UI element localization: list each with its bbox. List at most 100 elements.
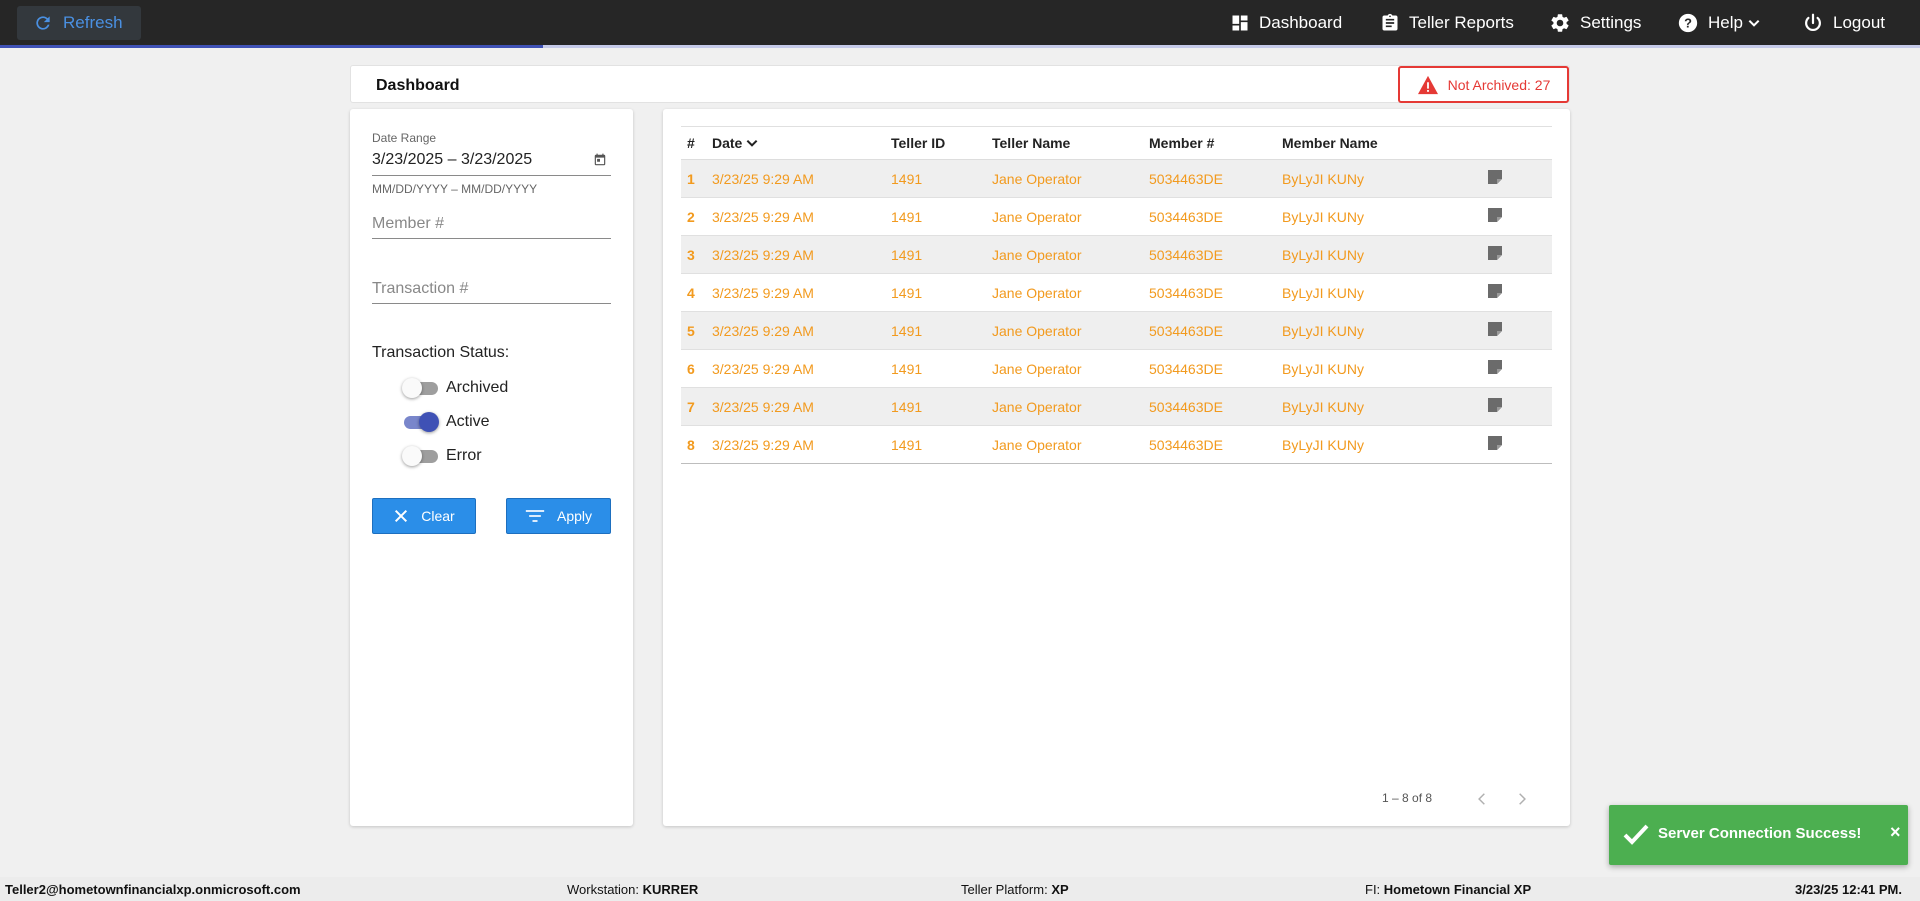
row-actions bbox=[1487, 160, 1552, 198]
error-label: Error bbox=[446, 447, 482, 464]
transactions-table: # Date Teller ID Teller Name Member # Me… bbox=[681, 126, 1552, 464]
toggle-archived[interactable]: Archived bbox=[402, 378, 508, 398]
paginator-range: 1 – 8 of 8 bbox=[1382, 791, 1433, 805]
not-archived-badge[interactable]: Not Archived: 27 bbox=[1398, 66, 1569, 103]
nav-logout[interactable]: Logout bbox=[1802, 0, 1885, 45]
table-header-row: # Date Teller ID Teller Name Member # Me… bbox=[681, 126, 1552, 160]
table-row[interactable]: 4 3/23/25 9:29 AM 1491 Jane Operator 5034463… bbox=[681, 274, 1552, 312]
nav-logout-label: Logout bbox=[1833, 12, 1885, 32]
row-number: 1 bbox=[687, 170, 695, 187]
row-actions bbox=[1487, 426, 1552, 464]
footer-platform: Teller Platform: XP bbox=[961, 882, 1069, 897]
col-header-member-num[interactable]: Member # bbox=[1149, 127, 1282, 160]
clear-button[interactable]: Clear bbox=[372, 498, 476, 534]
footer-workstation-value: KURRER bbox=[642, 882, 699, 897]
footer-platform-value: XP bbox=[1051, 882, 1069, 897]
row-teller-name: Jane Operator bbox=[992, 360, 1082, 377]
transaction-status-title: Transaction Status: bbox=[372, 344, 510, 361]
nav-teller-reports-label: Teller Reports bbox=[1409, 12, 1514, 32]
row-member-number: 5034463DE bbox=[1149, 170, 1223, 187]
row-teller-id: 1491 bbox=[891, 170, 923, 187]
close-icon bbox=[395, 509, 408, 523]
apply-button[interactable]: Apply bbox=[506, 498, 611, 534]
dashboard-header-card: Dashboard bbox=[350, 65, 1570, 103]
row-actions bbox=[1487, 312, 1552, 350]
table-row[interactable]: 6 3/23/25 9:29 AM 1491 Jane Operator 5034463… bbox=[681, 350, 1552, 388]
sticky-note-icon[interactable] bbox=[1487, 245, 1503, 264]
error-switch[interactable] bbox=[402, 446, 438, 466]
archived-switch[interactable] bbox=[402, 378, 438, 398]
col-header-num: # bbox=[687, 135, 695, 151]
row-teller-id: 1491 bbox=[891, 208, 923, 225]
success-toast: Server Connection Success! × bbox=[1609, 805, 1908, 865]
active-switch[interactable] bbox=[402, 412, 439, 432]
row-teller-name: Jane Operator bbox=[992, 436, 1082, 453]
row-member-number: 5034463DE bbox=[1149, 246, 1223, 263]
nav-help-label: Help bbox=[1708, 12, 1743, 32]
archived-label: Archived bbox=[446, 379, 509, 396]
paginator-next-button[interactable] bbox=[1510, 787, 1534, 811]
date-format-hint: MM/DD/YYYY – MM/DD/YYYY bbox=[372, 182, 538, 196]
sticky-note-icon[interactable] bbox=[1487, 321, 1503, 340]
col-header-date[interactable]: Date bbox=[712, 127, 891, 160]
sticky-note-icon[interactable] bbox=[1487, 435, 1503, 454]
top-navbar: Refresh Dashboard Teller Reports Setting… bbox=[0, 0, 1920, 45]
toggle-active[interactable]: Active bbox=[402, 412, 490, 432]
active-label: Active bbox=[446, 413, 490, 430]
col-header-teller-name[interactable]: Teller Name bbox=[992, 127, 1149, 160]
refresh-icon bbox=[36, 16, 50, 30]
refresh-button[interactable]: Refresh bbox=[17, 6, 141, 40]
sticky-note-icon[interactable] bbox=[1487, 207, 1503, 226]
row-member-number: 5034463DE bbox=[1149, 398, 1223, 415]
sticky-note-icon[interactable] bbox=[1487, 283, 1503, 302]
row-teller-name: Jane Operator bbox=[992, 246, 1082, 263]
footer-platform-label: Teller Platform: bbox=[961, 882, 1048, 897]
apply-label: Apply bbox=[556, 508, 593, 524]
row-member-number: 5034463DE bbox=[1149, 360, 1223, 377]
sticky-note-icon[interactable] bbox=[1487, 169, 1503, 188]
row-number: 4 bbox=[687, 284, 695, 301]
row-member-name: ByLyJI KUNy bbox=[1282, 322, 1364, 339]
footer-workstation: Workstation: KURRER bbox=[567, 882, 698, 897]
col-header-date-label: Date bbox=[712, 135, 743, 151]
sticky-note-icon[interactable] bbox=[1487, 397, 1503, 416]
row-actions bbox=[1487, 236, 1552, 274]
table-row[interactable]: 3 3/23/25 9:29 AM 1491 Jane Operator 5034463… bbox=[681, 235, 1552, 274]
nav-help-menu[interactable]: ? Help bbox=[1677, 0, 1761, 45]
table-row[interactable]: 5 3/23/25 9:29 AM 1491 Jane Operator 5034463… bbox=[681, 311, 1552, 350]
col-header-member-name[interactable]: Member Name bbox=[1282, 127, 1487, 160]
row-number: 8 bbox=[687, 436, 695, 453]
nav-teller-reports[interactable]: Teller Reports bbox=[1380, 0, 1514, 45]
row-date: 3/23/25 9:29 AM bbox=[712, 360, 814, 377]
row-member-name: ByLyJI KUNy bbox=[1282, 398, 1364, 415]
calendar-icon[interactable] bbox=[593, 153, 607, 167]
paginator-previous-button[interactable] bbox=[1470, 787, 1494, 811]
row-member-number: 5034463DE bbox=[1149, 284, 1223, 301]
table-row[interactable]: 1 3/23/25 9:29 AM 1491 Jane Operator 5034463… bbox=[681, 159, 1552, 198]
table-row[interactable]: 8 3/23/25 9:29 AM 1491 Jane Operator 5034463… bbox=[681, 426, 1552, 464]
not-archived-label: Not Archived: 27 bbox=[1447, 76, 1551, 93]
footer-datetime: 3/23/25 12:41 PM. bbox=[1795, 882, 1902, 897]
toast-close-button[interactable]: × bbox=[1890, 822, 1901, 843]
table-row[interactable]: 7 3/23/25 9:29 AM 1491 Jane Operator 5034463… bbox=[681, 387, 1552, 426]
date-range-input[interactable]: 3/23/2025 – 3/23/2025 bbox=[372, 151, 532, 169]
chevron-left-icon bbox=[1478, 793, 1485, 805]
table-row[interactable]: 2 3/23/25 9:29 AM 1491 Jane Operator 5034463… bbox=[681, 198, 1552, 236]
nav-dashboard[interactable]: Dashboard bbox=[1230, 0, 1342, 45]
row-actions bbox=[1487, 274, 1552, 312]
row-date: 3/23/25 9:29 AM bbox=[712, 322, 814, 339]
date-range-label: Date Range bbox=[372, 131, 437, 145]
sticky-note-icon[interactable] bbox=[1487, 359, 1503, 378]
loading-progress-bar bbox=[0, 45, 1920, 48]
row-date: 3/23/25 9:29 AM bbox=[712, 284, 814, 301]
member-number-input[interactable] bbox=[372, 209, 611, 239]
col-header-actions bbox=[1487, 127, 1552, 160]
row-date: 3/23/25 9:29 AM bbox=[712, 208, 814, 225]
footer-fi: FI: Hometown Financial XP bbox=[1365, 882, 1531, 897]
toggle-error[interactable]: Error bbox=[402, 446, 482, 466]
row-teller-name: Jane Operator bbox=[992, 284, 1082, 301]
nav-settings[interactable]: Settings bbox=[1549, 0, 1641, 45]
transaction-number-input[interactable] bbox=[372, 274, 611, 304]
table-body: 1 3/23/25 9:29 AM 1491 Jane Operator 5034463… bbox=[681, 159, 1552, 464]
col-header-teller-id[interactable]: Teller ID bbox=[891, 127, 992, 160]
